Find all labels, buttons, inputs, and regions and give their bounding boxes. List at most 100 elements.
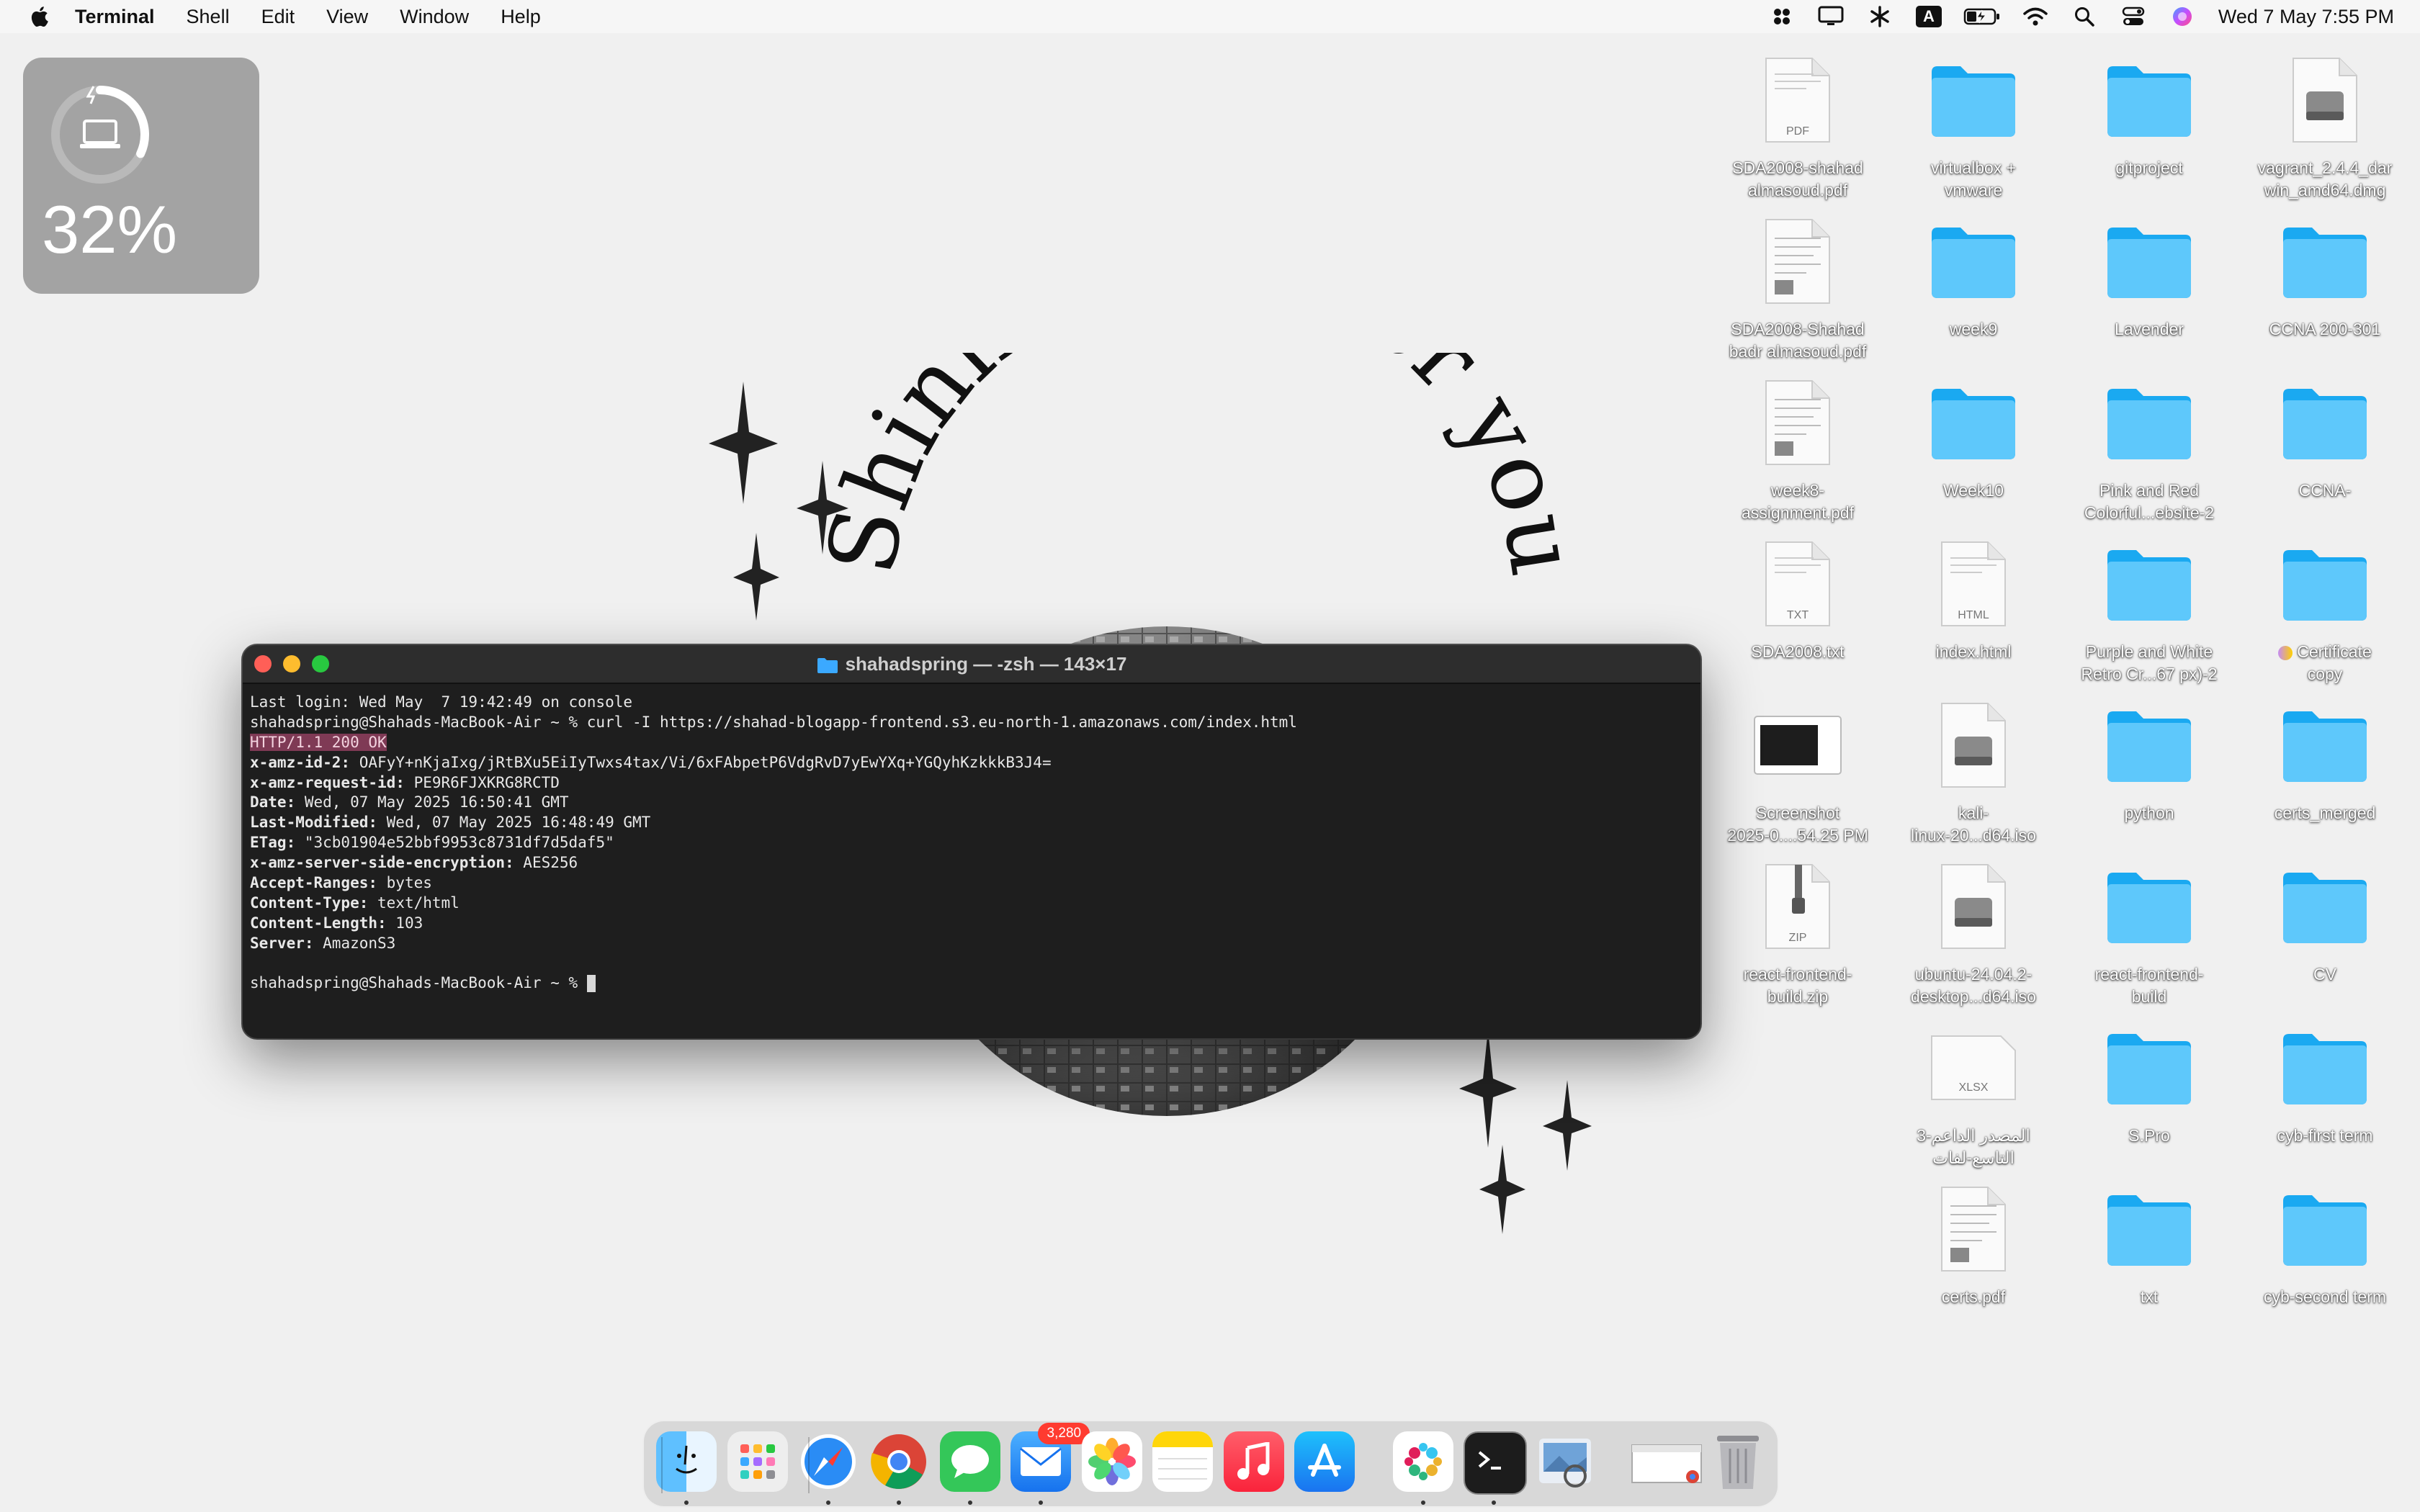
- desktop-folder[interactable]: python: [2061, 691, 2237, 824]
- desktop-item-label: certs_merged: [2274, 804, 2376, 822]
- desktop-folder[interactable]: Pink and Red Colorful...ebsite-2: [2061, 369, 2237, 524]
- line-text: Wed, 07 May 2025 16:50:41 GMT: [295, 793, 569, 811]
- desktop-folder[interactable]: cyb-first term: [2237, 1014, 2413, 1147]
- header-key: Last-Modified:: [250, 814, 378, 832]
- desktop-file[interactable]: ZIP react-frontend- build.zip: [1710, 852, 1886, 1008]
- music-icon[interactable]: [1223, 1431, 1284, 1492]
- desktop-item-label: cyb-first term: [2277, 1126, 2373, 1145]
- folder-icon: [2061, 1175, 2237, 1283]
- notes-icon[interactable]: [1152, 1431, 1214, 1492]
- desktop-item-label: ubuntu-24.04.2- desktop...d64.iso: [1911, 965, 2036, 1006]
- window-thumbnail-icon[interactable]: [1631, 1431, 1702, 1492]
- line-text: 103: [386, 914, 424, 932]
- desktop-folder[interactable]: week9: [1886, 207, 2061, 341]
- desktop-folder[interactable]: Purple and White Retro Cr...67 px)-2: [2061, 530, 2237, 685]
- header-key: Content-Length:: [250, 914, 387, 932]
- terminal-window[interactable]: shahadspring — -zsh — 143×17 Last login:…: [243, 645, 1700, 1038]
- input-source-letter: A: [1915, 6, 1942, 27]
- terminal-line: Content-Type: text/html: [250, 894, 1693, 914]
- finder-icon[interactable]: [656, 1431, 717, 1505]
- desktop-folder[interactable]: Certificate copy: [2237, 530, 2413, 685]
- grid-icon[interactable]: [1767, 4, 1796, 29]
- terminal-line: ETag: "3cb01904e52bbf9953c8731df7d5daf5": [250, 833, 1693, 853]
- desktop-file[interactable]: kali- linux-20...d64.iso: [1886, 691, 2061, 847]
- messages-icon[interactable]: [939, 1431, 1000, 1505]
- status-line: HTTP/1.1 200 OK: [250, 733, 387, 751]
- desktop-file[interactable]: XLSX 3-المصدر الداعم التاسع-لفات: [1886, 1014, 2061, 1169]
- desktop-file[interactable]: ubuntu-24.04.2- desktop...d64.iso: [1886, 852, 2061, 1008]
- desktop-folder[interactable]: S.Pro: [2061, 1014, 2237, 1147]
- chrome-icon[interactable]: [869, 1431, 929, 1505]
- desktop-folder[interactable]: Week10: [1886, 369, 2061, 502]
- running-indicator: [1039, 1500, 1044, 1505]
- search-icon[interactable]: [2070, 4, 2099, 29]
- desktop-folder[interactable]: txt: [2061, 1175, 2237, 1308]
- desktop-item-label: react-frontend- build: [2094, 965, 2204, 1006]
- app-store-icon[interactable]: [1294, 1431, 1355, 1492]
- line-text: Last login: Wed May 7 19:42:49 on consol…: [250, 693, 633, 711]
- battery-ring-icon: [51, 86, 149, 184]
- bluetooth-icon[interactable]: [1865, 4, 1894, 29]
- desktop-file[interactable]: certs.pdf: [1886, 1175, 2061, 1308]
- terminal-titlebar[interactable]: shahadspring — -zsh — 143×17: [243, 645, 1700, 684]
- siri-icon[interactable]: [2168, 4, 2197, 29]
- desktop-folder[interactable]: Lavender: [2061, 207, 2237, 341]
- safari-icon[interactable]: [798, 1431, 859, 1505]
- desktop-folder[interactable]: cyb-second term: [2237, 1175, 2413, 1308]
- mail-icon[interactable]: 3,280: [1010, 1423, 1090, 1505]
- menu-edit[interactable]: Edit: [261, 6, 295, 28]
- apple-logo-icon[interactable]: [29, 5, 49, 28]
- menu-shell[interactable]: Shell: [187, 6, 230, 28]
- desktop-file[interactable]: SDA2008-Shahad badr almasoud.pdf: [1710, 207, 1886, 363]
- menu-clock[interactable]: Wed 7 May 7:55 PM: [2218, 6, 2394, 28]
- menu-window[interactable]: Window: [400, 6, 469, 28]
- desktop-file[interactable]: Screenshot 2025-0....54.25 PM: [1710, 691, 1886, 847]
- desktop-folder[interactable]: certs_merged: [2237, 691, 2413, 824]
- folder-icon: [1886, 46, 2061, 154]
- input-source-icon[interactable]: A: [1914, 4, 1943, 29]
- preview-icon[interactable]: [1535, 1431, 1595, 1492]
- menu-bar: Terminal Shell Edit View Window Help A W…: [0, 0, 2420, 33]
- desktop-folder[interactable]: gitproject: [2061, 46, 2237, 179]
- header-key: x-amz-server-side-encryption:: [250, 854, 514, 872]
- desktop-folder[interactable]: virtualbox + vmware: [1886, 46, 2061, 202]
- desktop-file[interactable]: vagrant_2.4.4_dar win_amd64.dmg: [2237, 46, 2413, 202]
- slack-icon[interactable]: [1393, 1431, 1454, 1505]
- launchpad-icon[interactable]: [727, 1431, 788, 1492]
- desktop-folder[interactable]: CCNA-: [2237, 369, 2413, 502]
- terminal-output[interactable]: Last login: Wed May 7 19:42:49 on consol…: [243, 684, 1700, 1002]
- header-key: ETag:: [250, 834, 296, 852]
- line-text: text/html: [368, 894, 460, 912]
- display-icon[interactable]: [1816, 4, 1845, 29]
- dock-divider: [808, 1437, 810, 1493]
- terminal-line: Date: Wed, 07 May 2025 16:50:41 GMT: [250, 793, 1693, 813]
- terminal-line: Accept-Ranges: bytes: [250, 873, 1693, 894]
- photos-icon[interactable]: [1081, 1431, 1142, 1492]
- battery-widget[interactable]: 32%: [23, 58, 259, 294]
- desktop-file[interactable]: PDF SDA2008-shahad almasoud.pdf: [1710, 46, 1886, 202]
- desktop-file[interactable]: TXT SDA2008.txt: [1710, 530, 1886, 663]
- line-text: shahadspring@Shahads-MacBook-Air ~ % cur…: [250, 713, 1297, 731]
- line-text: AES256: [514, 854, 578, 872]
- menu-view[interactable]: View: [326, 6, 368, 28]
- desktop-folder[interactable]: CV: [2237, 852, 2413, 986]
- text-cursor[interactable]: [586, 975, 596, 993]
- tag-dot-icon: [2278, 645, 2293, 660]
- trash-icon[interactable]: [1708, 1431, 1768, 1492]
- battery-charging-icon[interactable]: [1963, 4, 2001, 29]
- menu-app-name[interactable]: Terminal: [75, 6, 155, 28]
- disk-image-icon: [2237, 46, 2413, 154]
- disk-image-icon: [1886, 852, 2061, 960]
- control-center-icon[interactable]: [2119, 4, 2148, 29]
- terminal-line: x-amz-server-side-encryption: AES256: [250, 853, 1693, 873]
- terminal-icon[interactable]: [1464, 1431, 1528, 1505]
- desktop-folder[interactable]: react-frontend- build: [2061, 852, 2237, 1008]
- menu-help[interactable]: Help: [501, 6, 541, 28]
- wifi-icon[interactable]: [2021, 4, 2050, 29]
- desktop-file[interactable]: week8- assignment.pdf: [1710, 369, 1886, 524]
- doc-file-icon: [1710, 207, 1886, 315]
- terminal-line: Content-Length: 103: [250, 914, 1693, 934]
- desktop-file[interactable]: HTML index.html: [1886, 530, 2061, 663]
- desktop-folder[interactable]: CCNA 200-301: [2237, 207, 2413, 341]
- folder-icon: [1886, 207, 2061, 315]
